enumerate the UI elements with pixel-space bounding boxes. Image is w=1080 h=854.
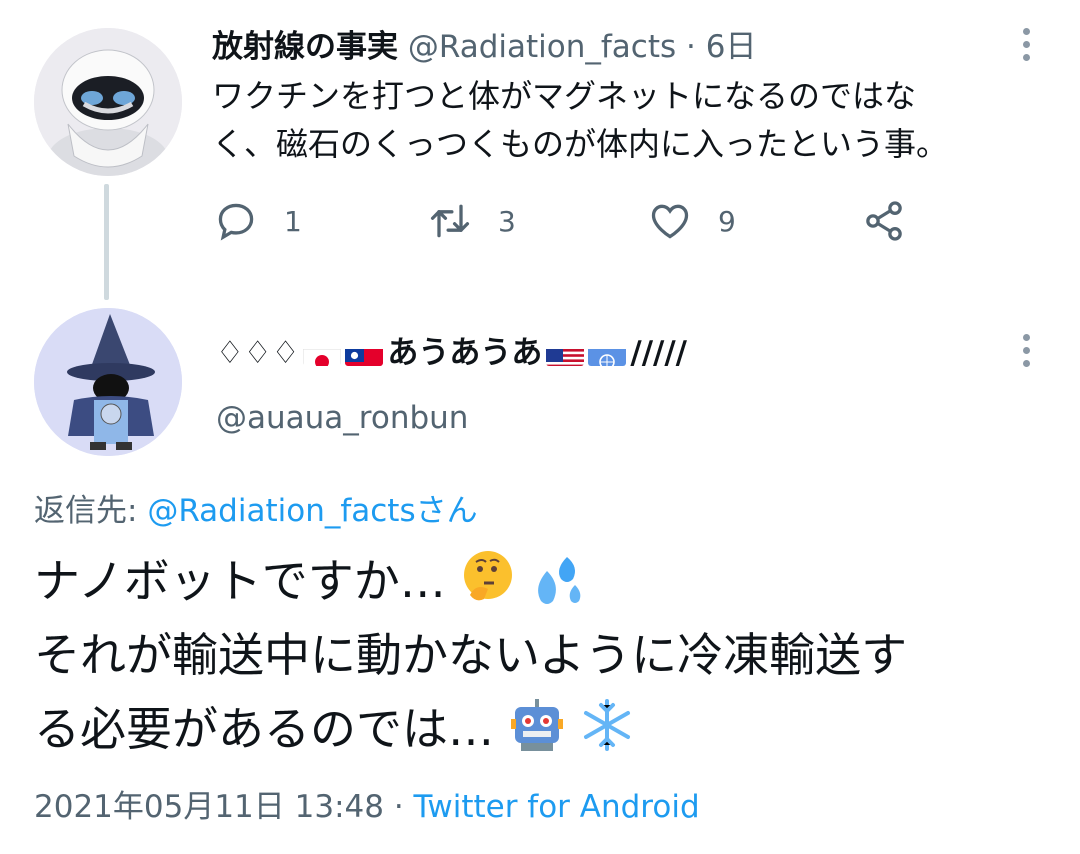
japan-flag-icon — [303, 340, 342, 366]
robot-emoji — [509, 697, 565, 753]
source-client[interactable]: Twitter for Android — [414, 789, 700, 825]
avatar-radiation-facts[interactable] — [34, 28, 182, 176]
name-part: ///// — [630, 335, 687, 371]
more-icon[interactable] — [1016, 28, 1036, 68]
tweet-text: ワクチンを打つと体がマグネットになるのではな く、磁石のくっつくものが体内に入っ… — [212, 72, 1032, 168]
tweet-text-line: ワクチンを打つと体がマグネットになるのではな — [212, 77, 917, 115]
name-part: あうあうあ — [387, 335, 543, 371]
like-icon — [651, 204, 689, 239]
reply-count: 1 — [284, 204, 302, 238]
reply-context: 返信先: @Radiation_factsさん — [34, 488, 478, 534]
united-nations-flag-icon — [588, 340, 627, 366]
reply-to-label: 返信先: — [34, 493, 148, 529]
retweet-count: 3 — [498, 204, 516, 238]
thinking-face-emoji — [460, 549, 516, 605]
display-name[interactable]: 放射線の事実 — [212, 29, 398, 65]
retweet-button[interactable]: 3 — [428, 196, 516, 246]
tweet-text-line: それが輸送中に動かないように冷凍輸送す — [34, 628, 908, 682]
avatar-auaua-ronbun[interactable] — [34, 308, 182, 456]
thread-connector — [104, 184, 109, 300]
usa-flag-icon — [546, 340, 585, 366]
share-icon — [866, 201, 902, 241]
snowflake-emoji — [579, 697, 635, 753]
username[interactable]: @auaua_ronbun — [216, 396, 468, 440]
separator-dot: · — [383, 789, 414, 825]
display-name[interactable]: ♢♢♢ あうあうあ ///// — [216, 328, 687, 378]
more-icon[interactable] — [1016, 334, 1036, 374]
sweat-drops-emoji — [531, 549, 587, 605]
reply-icon — [218, 203, 254, 241]
like-count: 9 — [718, 204, 736, 238]
reply-to-link[interactable]: @Radiation_factsさん — [147, 493, 477, 529]
like-button[interactable]: 9 — [648, 196, 736, 246]
separator-dot: · — [686, 29, 706, 65]
tweet-date[interactable]: 2021年05月11日 13:48 — [34, 789, 384, 825]
tweet-text-line: く、磁石のくっつくものが体内に入ったという事。 — [212, 125, 949, 163]
tweet-meta: 2021年05月11日 13:48 · Twitter for Android — [34, 784, 700, 830]
taiwan-flag-icon — [345, 340, 384, 366]
name-part: ♢♢♢ — [216, 335, 300, 371]
timestamp[interactable]: 6日 — [706, 29, 757, 65]
tweet-header: 放射線の事実 @Radiation_facts · 6日 — [212, 22, 756, 72]
share-button[interactable] — [862, 196, 906, 246]
retweet-icon — [430, 204, 470, 238]
tweet-text-span: る必要があるのでは… — [34, 702, 494, 756]
tweet-text: ナノボットですか… それが輸送中に動かないように冷凍輸送す る必要があるのでは… — [34, 544, 1044, 766]
tweet-text-span: ナノボットですか… — [34, 554, 446, 608]
username[interactable]: @Radiation_facts — [408, 29, 676, 65]
tweet-text-line: る必要があるのでは… — [34, 692, 1044, 766]
tweet-text-line: ナノボットですか… — [34, 544, 1044, 618]
reply-button[interactable]: 1 — [214, 196, 302, 246]
